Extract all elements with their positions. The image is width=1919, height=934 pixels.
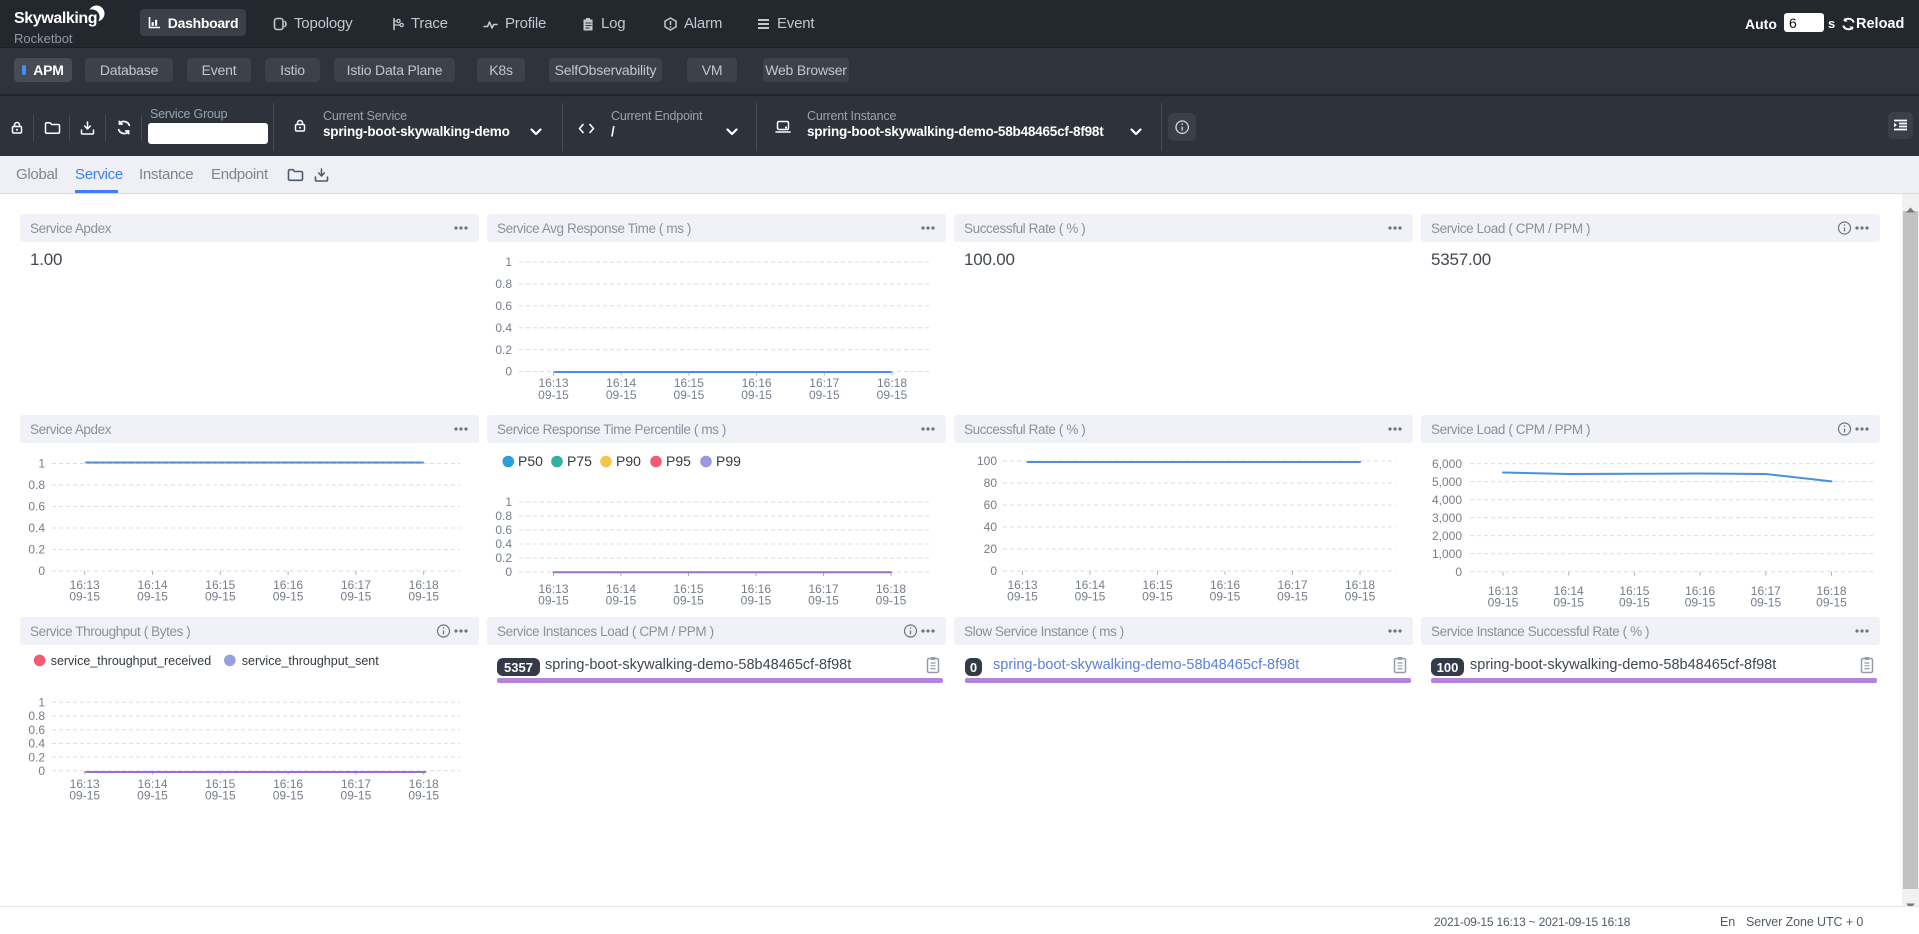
svg-text:09-15: 09-15 [205, 590, 236, 604]
svg-text:09-15: 09-15 [1210, 590, 1241, 604]
svg-text:09-15: 09-15 [673, 594, 704, 608]
svg-text:09-15: 09-15 [876, 594, 907, 608]
svg-text:P50: P50 [518, 453, 543, 469]
svg-text:09-15: 09-15 [1816, 596, 1847, 610]
svg-text:1,000: 1,000 [1432, 547, 1462, 561]
svg-text:0: 0 [505, 365, 512, 379]
svg-text:0: 0 [1455, 565, 1462, 579]
svg-text:09-15: 09-15 [1075, 590, 1106, 604]
svg-text:09-15: 09-15 [273, 590, 304, 604]
svg-text:2,000: 2,000 [1432, 529, 1462, 543]
svg-text:1: 1 [38, 696, 45, 710]
svg-text:09-15: 09-15 [408, 590, 439, 604]
svg-text:20: 20 [984, 542, 998, 556]
svg-text:09-15: 09-15 [408, 789, 439, 803]
svg-text:0.8: 0.8 [28, 709, 45, 723]
svg-text:3,000: 3,000 [1432, 511, 1462, 525]
svg-text:09-15: 09-15 [808, 594, 839, 608]
svg-text:service_throughput_sent: service_throughput_sent [242, 654, 379, 668]
svg-text:0.8: 0.8 [28, 478, 45, 492]
svg-text:0.6: 0.6 [495, 299, 512, 313]
svg-text:09-15: 09-15 [1345, 590, 1376, 604]
svg-text:09-15: 09-15 [1619, 596, 1650, 610]
svg-text:09-15: 09-15 [1685, 596, 1716, 610]
svg-text:09-15: 09-15 [606, 594, 637, 608]
svg-text:09-15: 09-15 [1277, 590, 1308, 604]
svg-text:09-15: 09-15 [273, 789, 304, 803]
svg-text:0.2: 0.2 [495, 343, 512, 357]
svg-text:80: 80 [984, 476, 998, 490]
svg-text:09-15: 09-15 [1007, 590, 1038, 604]
svg-text:0.8: 0.8 [495, 277, 512, 291]
svg-text:0.8: 0.8 [495, 509, 512, 523]
svg-text:09-15: 09-15 [538, 388, 569, 402]
svg-text:09-15: 09-15 [137, 590, 168, 604]
svg-text:P75: P75 [567, 453, 592, 469]
svg-text:P90: P90 [616, 453, 641, 469]
svg-text:0.4: 0.4 [28, 521, 45, 535]
svg-text:service_throughput_received: service_throughput_received [51, 654, 212, 668]
svg-text:0.6: 0.6 [495, 523, 512, 537]
svg-text:09-15: 09-15 [538, 594, 569, 608]
svg-text:09-15: 09-15 [341, 590, 372, 604]
svg-text:09-15: 09-15 [1488, 596, 1519, 610]
svg-text:09-15: 09-15 [809, 388, 840, 402]
svg-text:4,000: 4,000 [1432, 493, 1462, 507]
svg-text:P95: P95 [666, 453, 691, 469]
svg-text:09-15: 09-15 [877, 388, 908, 402]
svg-text:60: 60 [984, 498, 998, 512]
svg-text:0: 0 [990, 564, 997, 578]
svg-text:0.4: 0.4 [495, 321, 512, 335]
svg-text:0: 0 [505, 565, 512, 579]
svg-text:09-15: 09-15 [674, 388, 705, 402]
svg-text:0.2: 0.2 [495, 551, 512, 565]
svg-text:09-15: 09-15 [741, 594, 772, 608]
svg-text:0.2: 0.2 [28, 543, 45, 557]
svg-text:09-15: 09-15 [606, 388, 637, 402]
svg-text:09-15: 09-15 [1750, 596, 1781, 610]
svg-text:0.6: 0.6 [28, 723, 45, 737]
svg-text:100: 100 [977, 454, 997, 468]
svg-text:1: 1 [505, 255, 512, 269]
svg-text:0.6: 0.6 [28, 500, 45, 514]
svg-text:09-15: 09-15 [1553, 596, 1584, 610]
svg-text:0.4: 0.4 [28, 737, 45, 751]
svg-text:09-15: 09-15 [137, 789, 168, 803]
svg-text:1: 1 [38, 457, 45, 471]
svg-text:09-15: 09-15 [69, 789, 100, 803]
svg-text:P99: P99 [716, 453, 741, 469]
svg-text:0: 0 [38, 564, 45, 578]
svg-text:1: 1 [505, 495, 512, 509]
svg-text:5,000: 5,000 [1432, 475, 1462, 489]
svg-text:09-15: 09-15 [69, 590, 100, 604]
svg-text:0: 0 [38, 764, 45, 778]
svg-text:09-15: 09-15 [341, 789, 372, 803]
svg-text:0.2: 0.2 [28, 750, 45, 764]
svg-text:09-15: 09-15 [205, 789, 236, 803]
svg-text:40: 40 [984, 520, 998, 534]
svg-text:6,000: 6,000 [1432, 457, 1462, 471]
svg-text:09-15: 09-15 [1142, 590, 1173, 604]
svg-text:09-15: 09-15 [741, 388, 772, 402]
svg-text:0.4: 0.4 [495, 537, 512, 551]
